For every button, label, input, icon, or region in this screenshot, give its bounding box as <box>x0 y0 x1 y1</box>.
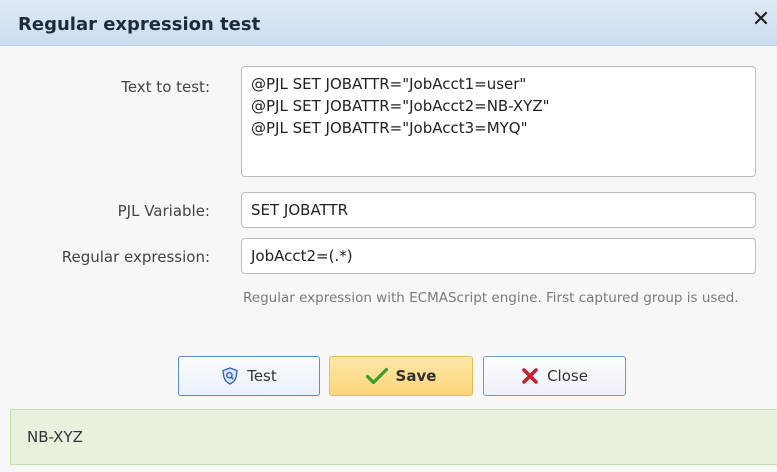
save-button[interactable]: Save <box>329 356 473 396</box>
text-to-test-label: Text to test: <box>121 78 210 96</box>
text-to-test-textarea[interactable]: @PJL SET JOBATTR="JobAcct1=user" @PJL SE… <box>241 66 756 177</box>
regex-test-dialog: Regular expression test ✕ Text to test: … <box>0 0 777 472</box>
test-button[interactable]: Test <box>178 356 320 396</box>
test-button-label: Test <box>247 367 277 385</box>
regular-expression-input[interactable]: JobAcct2=(.*) <box>241 238 756 274</box>
dialog-title-bar: Regular expression test ✕ <box>0 0 777 46</box>
regex-hint-text: Regular expression with ECMAScript engin… <box>243 290 739 306</box>
test-result-panel: NB-XYZ <box>10 409 777 465</box>
test-result-value: NB-XYZ <box>27 428 83 446</box>
dialog-title: Regular expression test <box>18 14 261 35</box>
regular-expression-label: Regular expression: <box>61 248 210 266</box>
checkmark-icon <box>365 367 388 385</box>
shield-search-icon <box>221 367 239 385</box>
pjl-variable-label: PJL Variable: <box>117 202 210 220</box>
x-icon <box>521 367 539 385</box>
close-button-label: Close <box>547 367 588 385</box>
close-icon[interactable]: ✕ <box>749 8 773 32</box>
pjl-variable-input[interactable]: SET JOBATTR <box>241 192 756 228</box>
close-button[interactable]: Close <box>483 356 626 396</box>
save-button-label: Save <box>395 367 437 385</box>
